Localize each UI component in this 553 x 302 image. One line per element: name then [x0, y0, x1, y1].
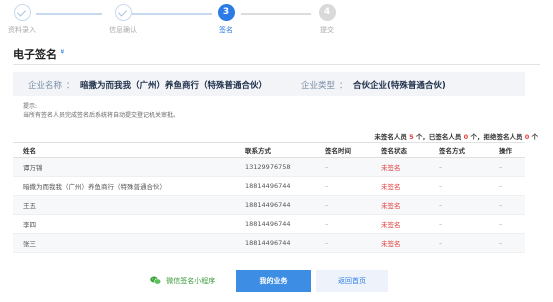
step-label: 提交 [320, 26, 334, 34]
section-title: 电子签名 [13, 48, 57, 61]
unsigned-suffix: 个，已签名人员 [415, 133, 462, 141]
cell-action: – [489, 233, 525, 253]
step-label: 资料录入 [8, 26, 36, 34]
step-label: 信息确认 [109, 26, 137, 34]
step-submit: 4 提交 [297, 4, 357, 35]
table-row: 张三 18814496744 – 未签名 – – [13, 233, 525, 253]
cell-phone: 13129976758 [235, 157, 315, 177]
wechat-mini-program-link[interactable]: 微信签名小程序 [150, 276, 215, 286]
step-number: 3 [217, 4, 235, 21]
cell-name: 谭万锦 [13, 157, 235, 177]
check-icon [114, 4, 132, 21]
cell-method: – [429, 195, 489, 215]
cell-method: – [429, 214, 489, 234]
signed-suffix: 个，拒绝签名人员 [470, 133, 523, 141]
cell-method: – [429, 233, 489, 253]
signed-count: 0 [463, 133, 469, 141]
cell-time: – [315, 233, 371, 253]
cell-method: – [429, 157, 489, 177]
tips-title: 提示: [23, 103, 38, 110]
cell-name: 暗撒为而我我（广州）养鱼商行（特殊普通合伙） [13, 176, 235, 196]
header-contact: 联系方式 [235, 142, 315, 158]
cell-status: 未签名 [371, 233, 429, 253]
tips: 提示: 当所有签名人员完成签名后系统将自动提交登记机关审批。 [23, 102, 179, 120]
unsigned-prefix: 未签名人员 [374, 133, 407, 141]
table-row: 暗撒为而我我（广州）养鱼商行（特殊普通合伙） 18814496744 – 未签名… [13, 176, 525, 196]
progress-stepper: 资料录入 信息确认 3 签名 4 提交 [0, 0, 553, 40]
table-row: 王五 18814496744 – 未签名 – – [13, 195, 525, 215]
cell-action: – [489, 214, 525, 234]
cell-status: 未签名 [371, 157, 429, 177]
cell-phone: 18814496744 [235, 176, 315, 196]
cell-phone: 18814496744 [235, 233, 315, 253]
cell-action: – [489, 195, 525, 215]
rejected-suffix: 个 [531, 133, 539, 141]
step-signature: 3 签名 [196, 4, 256, 35]
cell-phone: 18814496744 [235, 214, 315, 234]
cell-name: 王五 [13, 195, 235, 215]
cell-time: – [315, 214, 371, 234]
cell-name: 张三 [13, 233, 235, 253]
cell-status: 未签名 [371, 176, 429, 196]
company-type-label: 企业类型 [301, 81, 336, 91]
back-home-button[interactable]: 返回首页 [316, 270, 388, 292]
cell-action: – [489, 176, 525, 196]
step-data-entry: 资料录入 [0, 4, 52, 35]
header-sign-time: 签名时间 [315, 142, 371, 158]
cell-time: – [315, 157, 371, 177]
header-sign-method: 签名方式 [429, 142, 489, 158]
cell-action: – [489, 157, 525, 177]
chevron-down-icon[interactable]: » [58, 49, 67, 54]
company-type-sep: ： [339, 81, 348, 91]
cell-status: 未签名 [371, 195, 429, 215]
header-sign-status: 签名状态 [371, 142, 429, 158]
header-name: 姓名 [13, 142, 235, 158]
cell-phone: 18814496744 [235, 195, 315, 215]
wechat-icon [150, 276, 161, 285]
step-info-confirm: 信息确认 [93, 4, 153, 35]
step-number: 4 [318, 4, 336, 21]
sign-count-summary: 未签名人员 5 个，已签名人员 0 个，拒绝签名人员 0 个 [374, 131, 538, 141]
tips-text: 当所有签名人员完成签名后系统将自动提交登记机关审批。 [23, 112, 180, 119]
company-info-bar: 企业名称 ： 暗撒为而我我（广州）养鱼商行（特殊普通合伙） 企业类型 ： 合伙企… [13, 72, 525, 96]
chevron-glyph: » [58, 48, 68, 55]
company-name-value: 暗撒为而我我（广州）养鱼商行（特殊普通合伙） [80, 81, 268, 91]
unsigned-count: 5 [409, 133, 414, 141]
cell-status: 未签名 [371, 214, 429, 234]
table-row: 李四 18814496744 – 未签名 – – [13, 214, 525, 234]
table-header-row: 姓名 联系方式 签名时间 签名状态 签名方式 操作 [13, 142, 525, 158]
my-business-button[interactable]: 我的业务 [236, 270, 311, 292]
company-type-value: 合伙企业(特殊普通合伙) [353, 81, 446, 91]
rejected-count: 0 [524, 133, 530, 141]
check-icon [13, 4, 31, 21]
company-name-label: 企业名称 [28, 81, 63, 91]
header-action: 操作 [489, 142, 525, 158]
cell-name: 李四 [13, 214, 235, 234]
signers-table: 姓名 联系方式 签名时间 签名状态 签名方式 操作 谭万锦 1312997675… [13, 142, 525, 253]
mini-program-label: 微信签名小程序 [166, 277, 216, 285]
section-divider [13, 64, 540, 65]
cell-method: – [429, 176, 489, 196]
cell-time: – [315, 195, 371, 215]
cell-time: – [315, 176, 371, 196]
step-label: 签名 [219, 26, 233, 34]
table-row: 谭万锦 13129976758 – 未签名 – – [13, 157, 525, 177]
company-name-sep: ： [66, 81, 75, 91]
